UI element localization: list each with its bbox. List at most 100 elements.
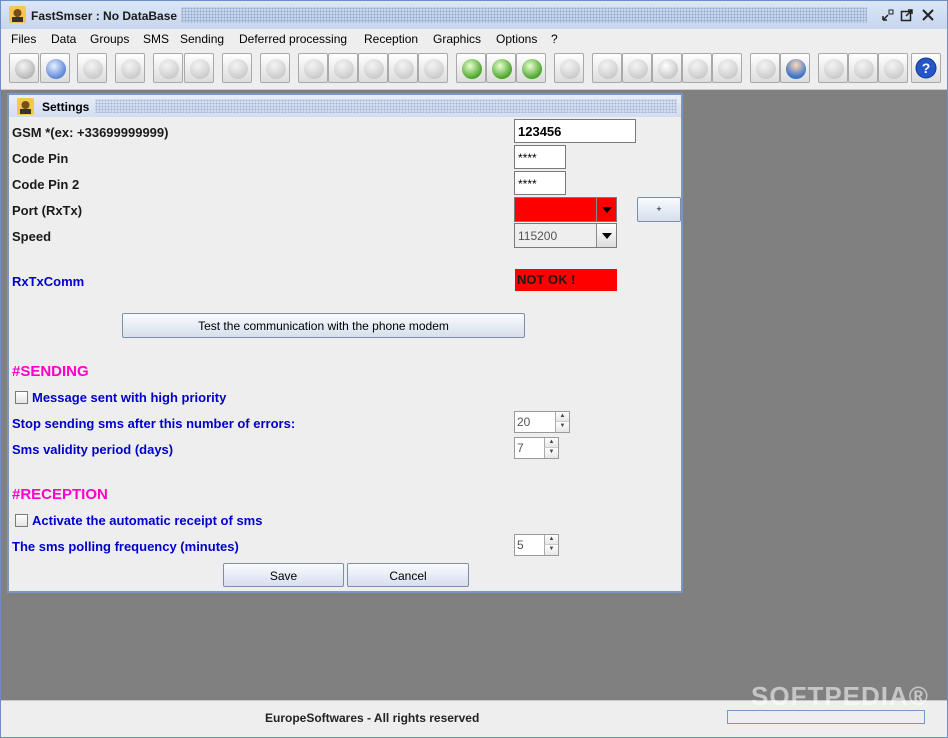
menu-sending[interactable]: Sending (180, 32, 224, 46)
menu-data[interactable]: Data (51, 32, 76, 46)
polling-value: 5 (517, 538, 524, 552)
phone-5-icon (424, 59, 444, 79)
validity-decrement-icon[interactable]: ▼ (544, 448, 558, 458)
app-logo-icon (9, 6, 26, 23)
toolbar-clock-2-button[interactable] (622, 53, 652, 83)
toolbar-clock-button[interactable] (592, 53, 622, 83)
toolbar-envelope-button[interactable] (554, 53, 584, 83)
sms-add-icon (462, 59, 482, 79)
validity-value: 7 (517, 441, 524, 455)
clock-2-icon (628, 59, 648, 79)
toolbar-document-arrow-button[interactable] (77, 53, 107, 83)
database-globe-icon (46, 59, 66, 79)
status-progress-bar (727, 710, 925, 724)
contact-minus-icon (190, 59, 210, 79)
cross-icon (718, 59, 738, 79)
polling-decrement-icon[interactable]: ▼ (544, 545, 558, 555)
document-arrow-icon (83, 59, 103, 79)
toolbar-dial-button[interactable] (750, 53, 780, 83)
menu-reception[interactable]: Reception (364, 32, 418, 46)
stop-errors-label: Stop sending sms after this number of er… (12, 416, 296, 431)
rxtx-label: RxTxComm (12, 274, 85, 289)
toolbar-sms-add-button[interactable] (456, 53, 486, 83)
save-button[interactable]: Save (223, 563, 344, 587)
settings-title-bar[interactable]: Settings (9, 95, 681, 117)
settings-logo-icon (17, 98, 34, 115)
toolbar-database-globe-button[interactable] (40, 53, 70, 83)
toolbar-documents-button[interactable] (115, 53, 145, 83)
title-bar[interactable]: FastSmser : No DataBase (1, 1, 947, 29)
phone-2-icon (334, 59, 354, 79)
speed-dropdown-arrow-icon[interactable] (596, 224, 616, 247)
stop-errors-spinner[interactable]: 20 ▲ ▼ (514, 411, 570, 433)
group-icon (228, 59, 248, 79)
phone-icon (304, 59, 324, 79)
menu-files[interactable]: Files (11, 32, 36, 46)
test-communication-button[interactable]: Test the communication with the phone mo… (122, 313, 525, 338)
validity-label: Sms validity period (days) (12, 442, 174, 457)
reception-header: #RECEPTION (12, 486, 108, 503)
settings-title: Settings (42, 100, 90, 114)
toolbar-sms-delete-button[interactable] (516, 53, 546, 83)
toolbar-phone-3-button[interactable] (358, 53, 388, 83)
toolbar-graphic-2-button[interactable] (848, 53, 878, 83)
polling-spinner[interactable]: 5 ▲ ▼ (514, 534, 559, 556)
speed-label: Speed (12, 229, 52, 244)
code-pin-input[interactable]: **** (514, 145, 566, 169)
toolbar-contact-minus-button[interactable] (184, 53, 214, 83)
toolbar-search-button[interactable] (260, 53, 290, 83)
toolbar-phone-4-button[interactable] (388, 53, 418, 83)
menu-graphics[interactable]: Graphics (433, 32, 481, 46)
auto-receipt-label: Activate the automatic receipt of sms (32, 513, 263, 528)
toolbar-graphic-3-button[interactable] (878, 53, 908, 83)
toolbar-graphic-button[interactable] (818, 53, 848, 83)
toolbar-phone-2-button[interactable] (328, 53, 358, 83)
sending-header: #SENDING (12, 363, 89, 380)
toolbar-alarm-clock-button[interactable] (652, 53, 682, 83)
toolbar-help-button[interactable]: ? (911, 53, 941, 83)
minimize-icon[interactable] (881, 8, 895, 22)
toolbar-database-button[interactable] (9, 53, 39, 83)
user-icon (786, 59, 806, 79)
port-dropdown-arrow-icon[interactable] (596, 198, 616, 221)
toolbar-cross-button[interactable] (712, 53, 742, 83)
gsm-input[interactable]: 123456 (514, 119, 636, 143)
app-window: FastSmser : No DataBase Files Data Group… (0, 0, 948, 738)
port-add-button[interactable]: + (637, 197, 681, 222)
code-pin-label: Code Pin (12, 151, 69, 166)
menu-groups[interactable]: Groups (90, 32, 129, 46)
toolbar-phone-button[interactable] (298, 53, 328, 83)
menu-sms[interactable]: SMS (143, 32, 169, 46)
high-priority-checkbox[interactable] (15, 391, 28, 404)
high-priority-label: Message sent with high priority (32, 390, 227, 405)
settings-title-pattern (95, 99, 677, 113)
menu-help[interactable]: ? (551, 32, 558, 46)
cancel-button[interactable]: Cancel (347, 563, 469, 587)
speed-value: 115200 (518, 229, 558, 243)
toolbar-sms-edit-button[interactable] (486, 53, 516, 83)
menu-deferred-processing[interactable]: Deferred processing (239, 32, 347, 46)
sms-edit-icon (492, 59, 512, 79)
softpedia-watermark: SOFTPEDIA® (751, 681, 929, 711)
polling-increment-icon[interactable]: ▲ (544, 535, 558, 545)
gsm-label: GSM *(ex: +33699999999) (12, 125, 169, 140)
stop-errors-decrement-icon[interactable]: ▼ (555, 422, 569, 432)
menu-options[interactable]: Options (496, 32, 537, 46)
toolbar-check-button[interactable] (682, 53, 712, 83)
code-pin-2-input[interactable]: **** (514, 171, 566, 195)
validity-spinner[interactable]: 7 ▲ ▼ (514, 437, 559, 459)
maximize-icon[interactable] (900, 8, 914, 22)
polling-label: The sms polling frequency (minutes) (12, 539, 239, 554)
toolbar-contact-card-button[interactable] (153, 53, 183, 83)
toolbar-group-button[interactable] (222, 53, 252, 83)
port-select[interactable] (514, 197, 617, 222)
check-icon (688, 59, 708, 79)
auto-receipt-checkbox[interactable] (15, 514, 28, 527)
stop-errors-increment-icon[interactable]: ▲ (555, 412, 569, 422)
phone-4-icon (394, 59, 414, 79)
toolbar-phone-5-button[interactable] (418, 53, 448, 83)
toolbar-user-button[interactable] (780, 53, 810, 83)
close-icon[interactable] (921, 8, 935, 22)
validity-increment-icon[interactable]: ▲ (544, 438, 558, 448)
speed-select[interactable]: 115200 (514, 223, 617, 248)
